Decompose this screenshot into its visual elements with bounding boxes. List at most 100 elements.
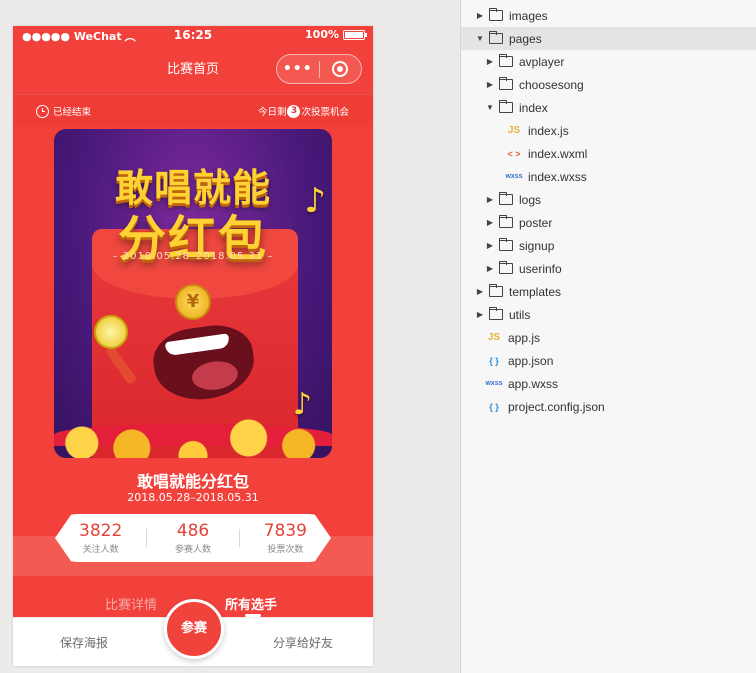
tree-item-choosesong[interactable]: ▶ choosesong	[461, 73, 756, 96]
tree-item-avplayer[interactable]: ▶ avplayer	[461, 50, 756, 73]
tree-item-userinfo[interactable]: ▶ userinfo	[461, 257, 756, 280]
tree-label: userinfo	[519, 261, 562, 276]
folder-icon	[489, 284, 503, 297]
stat-value: 3822	[79, 521, 123, 541]
tree-item-logs[interactable]: ▶ logs	[461, 188, 756, 211]
stats-card: 3822 关注人数 486 参赛人数 7839 投票次数	[55, 514, 331, 562]
tree-label: app.js	[508, 330, 541, 345]
join-contest-button[interactable]: 参赛	[164, 599, 224, 659]
stat-label: 投票次数	[267, 545, 304, 555]
yuan-coin-icon: ¥	[175, 284, 211, 320]
stat-label: 关注人数	[82, 545, 119, 555]
js-file-icon: JS	[487, 332, 501, 343]
chevron-right-icon[interactable]: ▶	[475, 310, 485, 319]
contest-dates: 2018.05.28–2018.05.31	[127, 491, 259, 504]
close-button[interactable]	[320, 61, 362, 77]
poster-dates: – 2018.05.28–2018.05.31 –	[112, 251, 274, 262]
tree-label: logs	[519, 192, 542, 207]
folder-icon	[499, 192, 513, 205]
chevron-right-icon[interactable]: ▶	[475, 287, 485, 296]
chevron-down-icon[interactable]: ▼	[475, 34, 485, 43]
tree-label: templates	[509, 284, 562, 299]
folder-icon	[489, 307, 503, 320]
tree-item-index-wxss[interactable]: wxss index.wxss	[461, 165, 756, 188]
tree-label: utils	[509, 307, 531, 322]
chevron-right-icon[interactable]: ▶	[485, 195, 495, 204]
tree-item-images[interactable]: ▶ images	[461, 4, 756, 27]
tree-label: images	[509, 8, 548, 23]
contest-status: 已经结束	[36, 104, 91, 118]
chevron-right-icon[interactable]: ▶	[485, 264, 495, 273]
share-button[interactable]: 分享给好友	[273, 634, 333, 651]
tree-item-pages[interactable]: ▼ pages	[461, 27, 756, 50]
tree-item-poster[interactable]: ▶ poster	[461, 211, 756, 234]
clock-icon	[36, 104, 49, 118]
battery-percent: 100%	[305, 28, 339, 41]
votes-suffix: 次投票机会	[301, 107, 349, 118]
chevron-right-icon[interactable]: ▶	[485, 80, 495, 89]
tree-item-signup[interactable]: ▶ signup	[461, 234, 756, 257]
tree-label: choosesong	[519, 77, 584, 92]
stat-value: 486	[176, 521, 210, 541]
folder-open-icon	[499, 100, 513, 113]
tree-label: app.json	[508, 353, 554, 368]
tree-item-app-wxss[interactable]: wxss app.wxss	[461, 372, 756, 395]
tree-label: avplayer	[519, 54, 565, 69]
tab-details[interactable]: 比赛详情	[105, 594, 157, 613]
save-poster-button[interactable]: 保存海报	[60, 634, 108, 651]
phone-simulator: ●●●●● WeChat ︵ 16:25 100% 比赛首页 ••• 已经结束 …	[13, 26, 373, 666]
tree-item-index-wxml[interactable]: < > index.wxml	[461, 142, 756, 165]
js-file-icon: JS	[507, 125, 521, 136]
tree-item-index[interactable]: ▼ index	[461, 96, 756, 119]
tree-label: index.wxss	[528, 169, 587, 184]
tree-label: project.config.json	[508, 399, 605, 414]
wxml-file-icon: < >	[507, 148, 521, 159]
music-note-icon: ♪	[304, 181, 326, 221]
json-file-icon: { }	[489, 401, 499, 412]
remaining-votes: 今日剩 3 次投票机会	[258, 104, 349, 118]
tree-label: poster	[519, 215, 553, 230]
info-bar: 已经结束 今日剩 3 次投票机会	[13, 94, 373, 126]
stat-followers: 3822 关注人数	[55, 521, 146, 555]
tree-label: pages	[509, 31, 542, 46]
tree-label: index.js	[528, 123, 569, 138]
menu-capsule: •••	[276, 54, 362, 84]
tree-item-index-js[interactable]: JS index.js	[461, 119, 756, 142]
chevron-right-icon[interactable]: ▶	[485, 241, 495, 250]
gold-coins	[54, 408, 332, 458]
tree-item-project-config[interactable]: { } project.config.json	[461, 395, 756, 418]
stat-value: 7839	[263, 521, 307, 541]
chevron-right-icon[interactable]: ▶	[475, 11, 485, 20]
contest-poster[interactable]: 敢唱就能 分红包 – 2018.05.28–2018.05.31 – ¥ ♪ ♪	[54, 129, 332, 458]
tree-item-app-json[interactable]: { } app.json	[461, 349, 756, 372]
tree-label: index	[519, 100, 548, 115]
folder-icon	[499, 261, 513, 274]
more-icon[interactable]: •••	[277, 61, 319, 77]
chevron-right-icon[interactable]: ▶	[485, 57, 495, 66]
folder-icon	[489, 8, 503, 21]
chevron-right-icon[interactable]: ▶	[485, 218, 495, 227]
folder-icon	[499, 54, 513, 67]
file-explorer: ▶ images ▼ pages ▶ avplayer ▶ choosesong…	[460, 0, 756, 673]
stat-votes: 7839 投票次数	[240, 521, 331, 555]
tree-label: index.wxml	[528, 146, 588, 161]
folder-icon	[499, 215, 513, 228]
folder-icon	[499, 238, 513, 251]
tree-label: signup	[519, 238, 555, 253]
contest-title: 敢唱就能分红包	[136, 472, 249, 491]
ended-label: 已经结束	[53, 107, 92, 118]
tab-players[interactable]: 所有选手	[225, 594, 277, 613]
wxss-file-icon: wxss	[485, 380, 503, 387]
tree-item-app-js[interactable]: JS app.js	[461, 326, 756, 349]
tree-item-templates[interactable]: ▶ templates	[461, 280, 756, 303]
tree-label: app.wxss	[508, 376, 559, 391]
folder-icon	[499, 77, 513, 90]
tree-item-utils[interactable]: ▶ utils	[461, 303, 756, 326]
nav-bar: 比赛首页 •••	[13, 44, 373, 90]
close-circle-icon	[332, 61, 349, 77]
chevron-down-icon[interactable]: ▼	[485, 103, 495, 112]
battery-icon	[343, 29, 367, 40]
status-bar: ●●●●● WeChat ︵ 16:25 100%	[13, 26, 373, 44]
json-file-icon: { }	[489, 355, 499, 366]
folder-open-icon	[489, 31, 503, 44]
